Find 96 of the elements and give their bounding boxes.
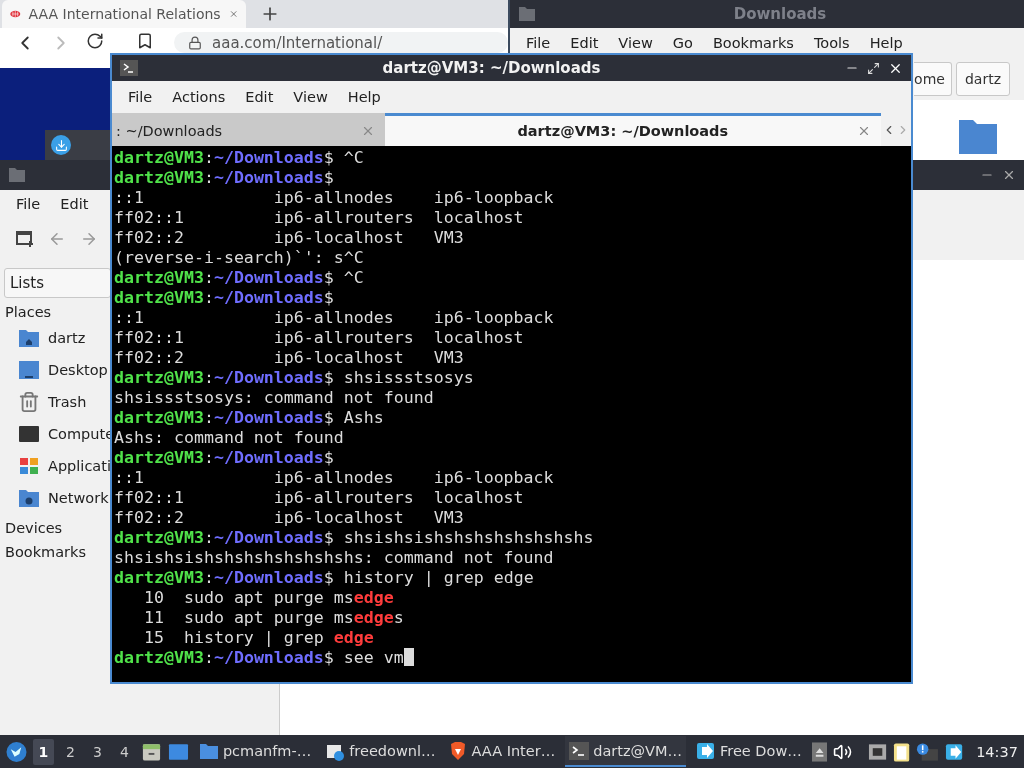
window-icon[interactable]	[167, 741, 189, 762]
sidebar-item[interactable]: Network	[48, 490, 109, 506]
menu-item[interactable]: Actions	[164, 89, 234, 105]
bookmark-icon[interactable]	[136, 32, 154, 50]
clock[interactable]: 14:37	[976, 743, 1018, 760]
applications-icon	[18, 456, 40, 476]
terminal-line: shsissstsosys: command not found	[114, 388, 434, 407]
taskbar-button[interactable]: Free Dow…	[692, 736, 806, 767]
terminal-line: dartz@VM3:~/Downloads$	[114, 168, 334, 187]
terminal-line: 15 history | grep edge	[142, 628, 374, 647]
terminal-line: dartz@VM3:~/Downloads$ shsishsishshshshshshshshs	[114, 528, 594, 547]
path-button[interactable]: dartz	[955, 62, 1010, 96]
browser-tab[interactable]: AAA International Relations	[2, 0, 246, 28]
menu-item[interactable]: Edit	[562, 35, 607, 51]
new-tab-icon[interactable]	[16, 230, 34, 248]
terminal-line: dartz@VM3:~/Downloads$ ^C	[114, 148, 364, 167]
clipboard-icon[interactable]	[893, 740, 911, 763]
path-button[interactable]: ome	[914, 62, 952, 96]
bird-logo-icon[interactable]	[6, 740, 27, 763]
trash-icon	[18, 391, 40, 413]
terminal-tab[interactable]: : ~/Downloads	[112, 113, 385, 146]
terminal-line: Ashs: command not found	[114, 428, 344, 447]
terminal-line: 10 sudo apt purge msedge	[142, 588, 394, 607]
terminal-line: ff02::2 ip6-localhost VM3	[114, 508, 464, 527]
menu-item[interactable]: Edit	[52, 196, 97, 212]
notification-icon[interactable]	[916, 741, 940, 762]
terminal-line: ff02::1 ip6-allrouters localhost	[114, 488, 524, 507]
address-field[interactable]: aaa.com/International/	[174, 32, 508, 53]
download-icon[interactable]	[51, 135, 71, 155]
terminal-line: ::1 ip6-allnodes ip6-loopback	[114, 188, 554, 207]
workspace-button[interactable]: 3	[86, 738, 108, 765]
sidebar-item[interactable]: dartz	[48, 330, 86, 346]
desktop-icon	[18, 360, 40, 380]
terminal-line: dartz@VM3:~/Downloads$ shsissstsosys	[114, 368, 474, 387]
workspace-button[interactable]: 4	[113, 738, 135, 765]
terminal-line: dartz@VM3:~/Downloads$ history | grep edge	[114, 568, 534, 587]
terminal-icon	[120, 60, 138, 76]
menu-item[interactable]: Bookmarks	[704, 35, 802, 51]
sidebar-item[interactable]: Applicati	[48, 458, 111, 474]
menu-item[interactable]: File	[518, 35, 559, 51]
terminal-line: dartz@VM3:~/Downloads$ ^C	[114, 268, 364, 287]
menu-item[interactable]: View	[285, 89, 336, 105]
terminal-line: (reverse-i-search)`': s^C	[114, 248, 364, 267]
folder-icon	[8, 167, 26, 183]
sidebar-section[interactable]: Devices	[4, 514, 63, 538]
taskbar-button[interactable]: pcmanfm-…	[194, 736, 316, 767]
terminal-line: ff02::2 ip6-localhost VM3	[114, 348, 464, 367]
menu-item[interactable]: File	[8, 196, 49, 212]
terminal-line: ff02::1 ip6-allrouters localhost	[114, 328, 524, 347]
menu-item[interactable]: Help	[339, 89, 389, 105]
network-port-icon[interactable]	[867, 742, 887, 761]
terminal-line: ::1 ip6-allnodes ip6-loopback	[114, 308, 554, 327]
terminal-line: ff02::1 ip6-allrouters localhost	[114, 208, 524, 227]
window-title: Downloads	[732, 5, 828, 23]
sidebar-section[interactable]: Places	[4, 298, 52, 322]
side-pane-dropdown[interactable]: Lists	[4, 268, 111, 298]
taskbar-button[interactable]: freedownl…	[321, 736, 440, 767]
terminal-line: ::1 ip6-allnodes ip6-loopback	[114, 468, 554, 487]
taskbar-button[interactable]: AAA Inter…	[445, 736, 560, 767]
workspace-button[interactable]: 1	[33, 738, 54, 765]
folder-icon[interactable]	[958, 118, 998, 154]
terminal-line: dartz@VM3:~/Downloads$ see vm	[114, 648, 404, 667]
sidebar-item[interactable]: Desktop	[48, 362, 108, 378]
workspace-button[interactable]: 2	[59, 738, 81, 765]
menu-item[interactable]: Tools	[805, 35, 858, 51]
taskbar-button[interactable]: dartz@VM…	[565, 736, 686, 767]
sidebar-item[interactable]: Trash	[48, 394, 87, 410]
terminal-tab[interactable]: dartz@VM3: ~/Downloads	[384, 113, 881, 146]
lion-shield-icon	[449, 740, 468, 761]
terminal-line: dartz@VM3:~/Downloads$	[114, 288, 334, 307]
terminal-line: shsishsishshshshshshshshs: command not found	[114, 548, 554, 567]
eject-icon[interactable]	[811, 741, 828, 762]
network-folder-icon	[18, 488, 40, 508]
arrow-box-icon	[945, 741, 965, 762]
globe-logo-icon	[10, 8, 21, 20]
sidebar-section[interactable]: Bookmarks	[4, 538, 86, 562]
folder-icon	[518, 6, 536, 22]
monitor-icon	[18, 424, 40, 444]
menu-item[interactable]: Edit	[237, 89, 282, 105]
maximize-icon[interactable]	[867, 61, 880, 75]
menu-item[interactable]: Go	[664, 35, 701, 51]
menu-item[interactable]: Help	[861, 35, 911, 51]
lock-icon	[188, 35, 202, 50]
window-title: dartz@VM3: ~/Downloads	[381, 59, 602, 77]
menu-item[interactable]: View	[610, 35, 661, 51]
terminal-line: 11 sudo apt purge msedges	[142, 608, 404, 627]
terminal-icon	[569, 741, 590, 760]
arrow-box-icon	[696, 740, 716, 761]
folder-icon	[198, 741, 219, 760]
close-icon[interactable]	[1002, 168, 1016, 182]
home-folder-icon	[18, 328, 40, 348]
terminal-line: dartz@VM3:~/Downloads$ Ashs	[114, 408, 384, 427]
terminal-line: dartz@VM3:~/Downloads$	[114, 448, 334, 467]
menu-item[interactable]: File	[120, 89, 161, 105]
terminal-line: ff02::2 ip6-localhost VM3	[114, 228, 464, 247]
reload-icon[interactable]	[86, 32, 104, 50]
